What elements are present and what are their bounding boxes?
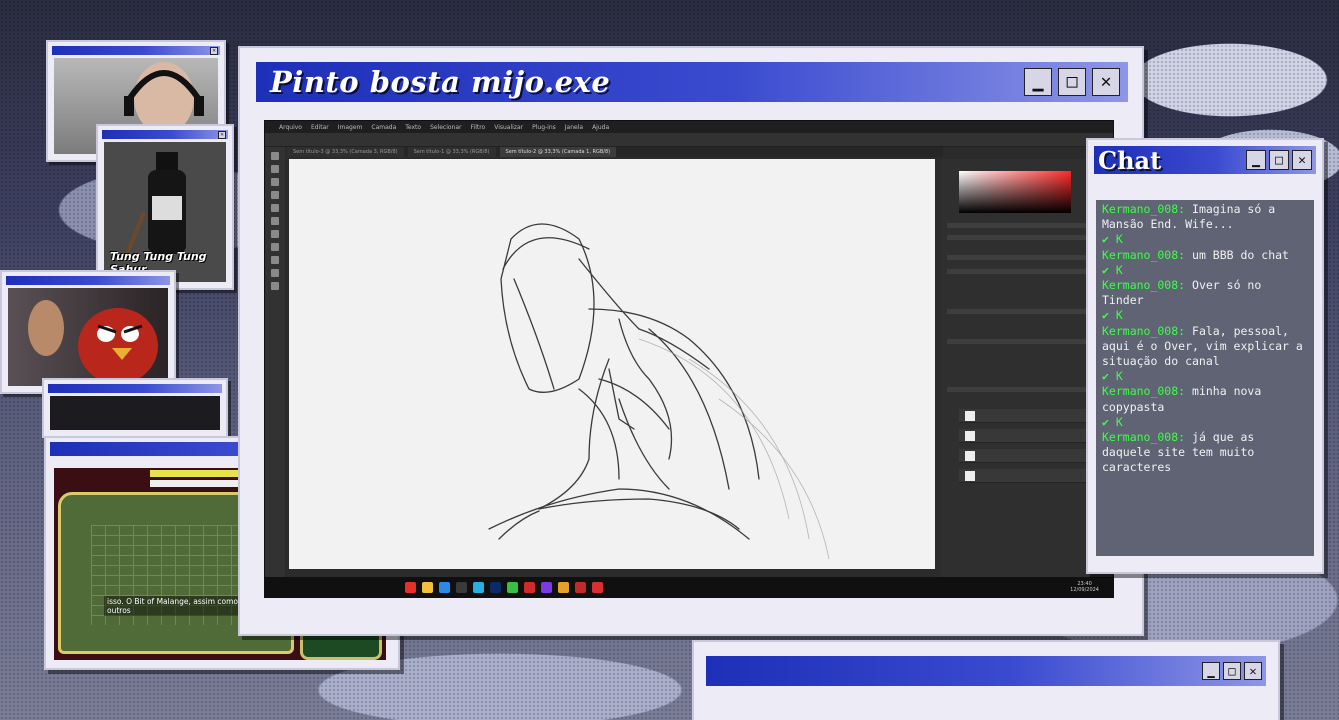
gradient-tool-icon[interactable]	[271, 230, 279, 238]
bottom-window[interactable]: ▁ □ ✕	[692, 640, 1280, 720]
webcam-window-2[interactable]: ✕ Tung Tung Tung Sahur	[96, 124, 234, 290]
move-tool-icon[interactable]	[271, 152, 279, 160]
chat-message: Kermano_008: já que as daquele site tem …	[1102, 430, 1308, 476]
photoshop-options-bar	[265, 133, 1113, 147]
discord-icon[interactable]	[541, 581, 552, 593]
main-window-title: Pinto bosta mijo.exe	[270, 65, 611, 99]
chat-message: Kermano_008: Fala, pessoal, aqui é o Ove…	[1102, 324, 1308, 385]
webcam-window-4[interactable]	[42, 378, 228, 438]
windows-taskbar: 23:40 12/09/2024	[265, 577, 1113, 597]
photoshop-menubar: Arquivo Editar Imagem Camada Texto Selec…	[265, 121, 1113, 133]
chat-username: Kermano_008:	[1102, 384, 1186, 399]
sketch-drawing	[488, 223, 830, 560]
crop-tool-icon[interactable]	[271, 191, 279, 199]
document-tabs: Sem título-3 @ 33,3% (Camada 3, RGB/8) S…	[287, 147, 943, 157]
layer-row[interactable]	[959, 409, 1103, 423]
close-button[interactable]: ✕	[1092, 68, 1120, 96]
minimize-button[interactable]: ▁	[1024, 68, 1052, 96]
text-tool-icon[interactable]	[271, 243, 279, 251]
eraser-tool-icon[interactable]	[271, 217, 279, 225]
color-picker-field[interactable]	[959, 171, 1071, 213]
chat-reaction: ✔ K	[1102, 414, 1123, 429]
telegram-icon[interactable]	[473, 581, 484, 593]
webcam-2-titlebar[interactable]: ✕	[102, 130, 228, 139]
photoshop-icon[interactable]	[490, 581, 501, 593]
main-window[interactable]: Pinto bosta mijo.exe ▁ □ ✕ Arquivo Edita…	[238, 46, 1144, 636]
bottom-window-titlebar[interactable]: ▁ □ ✕	[706, 656, 1266, 686]
chat-messages[interactable]: Kermano_008: Imagina só a Mansão End. Wi…	[1096, 200, 1314, 556]
maximize-button[interactable]: □	[1269, 150, 1289, 170]
app-icon[interactable]	[558, 581, 569, 593]
close-icon[interactable]: ✕	[210, 46, 218, 55]
brush-tool-icon[interactable]	[271, 204, 279, 212]
layer-row[interactable]	[959, 449, 1103, 463]
menu-item[interactable]: Visualizar	[494, 124, 523, 131]
lasso-tool-icon[interactable]	[271, 178, 279, 186]
photoshop-app: Arquivo Editar Imagem Camada Texto Selec…	[264, 120, 1114, 598]
chat-username: Kermano_008:	[1102, 323, 1186, 338]
drawing-canvas[interactable]	[289, 159, 935, 569]
chat-reaction: ✔ K	[1102, 308, 1123, 323]
chat-title: Chat	[1098, 145, 1162, 175]
hand-tool-icon[interactable]	[271, 269, 279, 277]
chat-username: Kermano_008:	[1102, 278, 1186, 293]
chat-message: Kermano_008: Imagina só a Mansão End. Wi…	[1102, 202, 1308, 248]
maximize-button[interactable]: □	[1223, 662, 1241, 680]
document-tab[interactable]: Sem título-3 @ 33,3% (Camada 3, RGB/8)	[287, 147, 404, 157]
menu-item[interactable]: Filtro	[471, 124, 486, 131]
layer-row[interactable]	[959, 429, 1103, 443]
browser-icon[interactable]	[439, 581, 450, 593]
chat-reaction: ✔ K	[1102, 262, 1123, 277]
main-titlebar[interactable]: Pinto bosta mijo.exe ▁ □ ✕	[256, 62, 1128, 102]
close-button[interactable]: ✕	[1292, 150, 1312, 170]
document-tab[interactable]: Sem título-1 @ 33,3% (RGB/8)	[407, 147, 496, 157]
webcam-window-3[interactable]	[0, 270, 176, 394]
webcam-4-feed	[50, 396, 220, 430]
close-button[interactable]: ✕	[1244, 662, 1262, 680]
menu-item[interactable]: Arquivo	[279, 124, 302, 131]
close-icon[interactable]: ✕	[218, 130, 226, 139]
menu-item[interactable]: Ajuda	[592, 124, 609, 131]
menu-item[interactable]: Editar	[311, 124, 329, 131]
chat-reaction: ✔ K	[1102, 369, 1123, 384]
chat-username: Kermano_008:	[1102, 247, 1186, 262]
app-icon[interactable]	[575, 581, 586, 593]
maximize-button[interactable]: □	[1058, 68, 1086, 96]
app-icon[interactable]	[405, 581, 416, 593]
pen-tool-icon[interactable]	[271, 256, 279, 264]
webcam-4-titlebar[interactable]	[48, 384, 222, 393]
chat-username: Kermano_008:	[1102, 202, 1186, 216]
chat-text: um BBB do chat	[1192, 247, 1289, 262]
layer-row[interactable]	[959, 469, 1103, 483]
webcam-3-feed	[8, 288, 168, 386]
app-icon[interactable]	[456, 581, 467, 593]
document-tab-active[interactable]: Sem título-2 @ 33,3% (Camada 1, RGB/8)	[499, 147, 617, 157]
app-icon[interactable]	[507, 581, 518, 593]
chat-message: Kermano_008: minha nova copypasta ✔ K	[1102, 384, 1308, 430]
zoom-tool-icon[interactable]	[271, 282, 279, 290]
menu-item[interactable]: Selecionar	[430, 124, 461, 131]
chat-username: Kermano_008:	[1102, 430, 1186, 445]
menu-item[interactable]: Texto	[405, 124, 421, 131]
app-icon[interactable]	[592, 581, 603, 593]
minimize-button[interactable]: ▁	[1246, 150, 1266, 170]
chat-message: Kermano_008: Over só no Tinder ✔ K	[1102, 278, 1308, 324]
webcam-2-feed: Tung Tung Tung Sahur	[104, 142, 226, 282]
webcam-1-titlebar[interactable]: ✕	[52, 46, 220, 55]
folder-icon[interactable]	[422, 581, 433, 593]
marquee-tool-icon[interactable]	[271, 165, 279, 173]
chat-message: Kermano_008: um BBB do chat ✔ K	[1102, 248, 1308, 278]
chat-titlebar[interactable]: Chat ▁ □ ✕	[1094, 145, 1316, 175]
minimize-button[interactable]: ▁	[1202, 662, 1220, 680]
chat-reaction: ✔ K	[1102, 232, 1123, 247]
taskbar-clock[interactable]: 23:40 12/09/2024	[1070, 581, 1099, 593]
photoshop-toolbar	[265, 147, 285, 577]
menu-item[interactable]: Janela	[565, 124, 583, 131]
menu-item[interactable]: Imagem	[338, 124, 363, 131]
webcam-3-titlebar[interactable]	[6, 276, 170, 285]
chat-window[interactable]: Chat ▁ □ ✕ Kermano_008: Imagina só a Man…	[1086, 138, 1324, 574]
menu-item[interactable]: Camada	[371, 124, 396, 131]
app-icon[interactable]	[524, 581, 535, 593]
menu-item[interactable]: Plug-ins	[532, 124, 556, 131]
